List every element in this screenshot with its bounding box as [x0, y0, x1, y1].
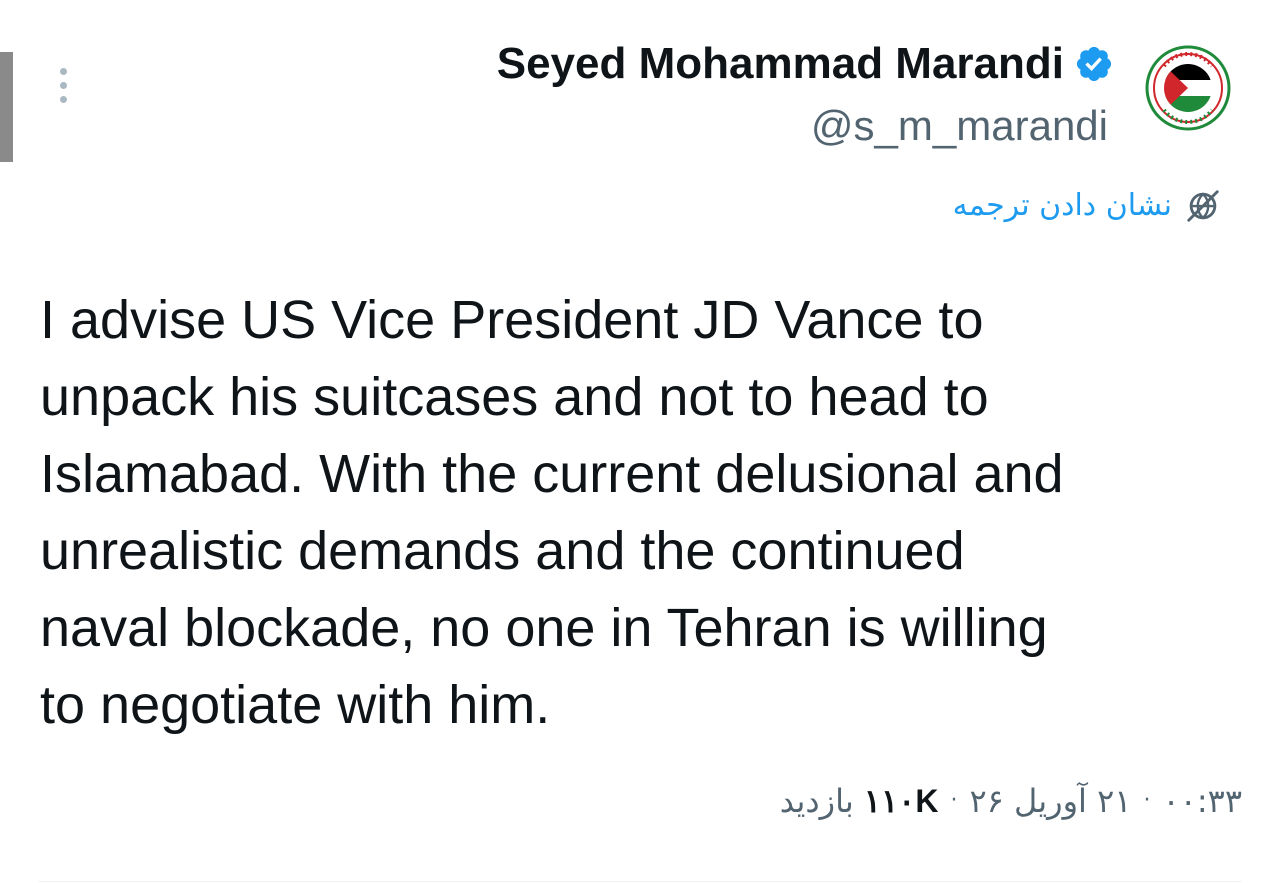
more-dot-icon: [59, 95, 67, 103]
meta-separator: ·: [1143, 788, 1151, 813]
scroll-edge-indicator: [0, 52, 13, 162]
more-dot-icon: [59, 81, 67, 89]
tweet-time[interactable]: ۰۰:۳۳: [1162, 776, 1242, 826]
avatar[interactable]: [1144, 44, 1232, 132]
author-display-name[interactable]: Seyed Mohammad Marandi: [497, 38, 1064, 90]
more-dot-icon: [59, 67, 67, 75]
display-name-row[interactable]: Seyed Mohammad Marandi: [497, 38, 1114, 90]
show-translation-label: نشان دادن ترجمه: [952, 188, 1172, 223]
tweet-header: Seyed Mohammad Marandi @s_m_marandi: [497, 30, 1232, 160]
meta-separator: ·: [950, 788, 958, 813]
tweet-date[interactable]: ۲۱ آوریل ۲۶: [969, 776, 1131, 826]
verified-badge-icon: [1076, 46, 1112, 82]
author-handle[interactable]: @s_m_marandi: [811, 100, 1108, 152]
avatar-image: [1145, 45, 1231, 131]
more-options-button[interactable]: [48, 60, 78, 110]
translate-globe-icon: [1187, 190, 1219, 222]
divider: [38, 881, 1242, 882]
views-label: بازدید: [779, 782, 854, 820]
author-names: Seyed Mohammad Marandi @s_m_marandi: [497, 38, 1114, 152]
show-translation-link[interactable]: نشان دادن ترجمه: [953, 184, 1222, 228]
views-group[interactable]: ۱۱۰K بازدید: [780, 776, 939, 826]
tweet-metadata: ۰۰:۳۳ · ۲۱ آوریل ۲۶ · ۱۱۰K بازدید: [780, 776, 1242, 826]
tweet-text: I advise US Vice President JD Vance to u…: [40, 290, 1064, 735]
views-count: ۱۱۰K: [863, 783, 939, 819]
